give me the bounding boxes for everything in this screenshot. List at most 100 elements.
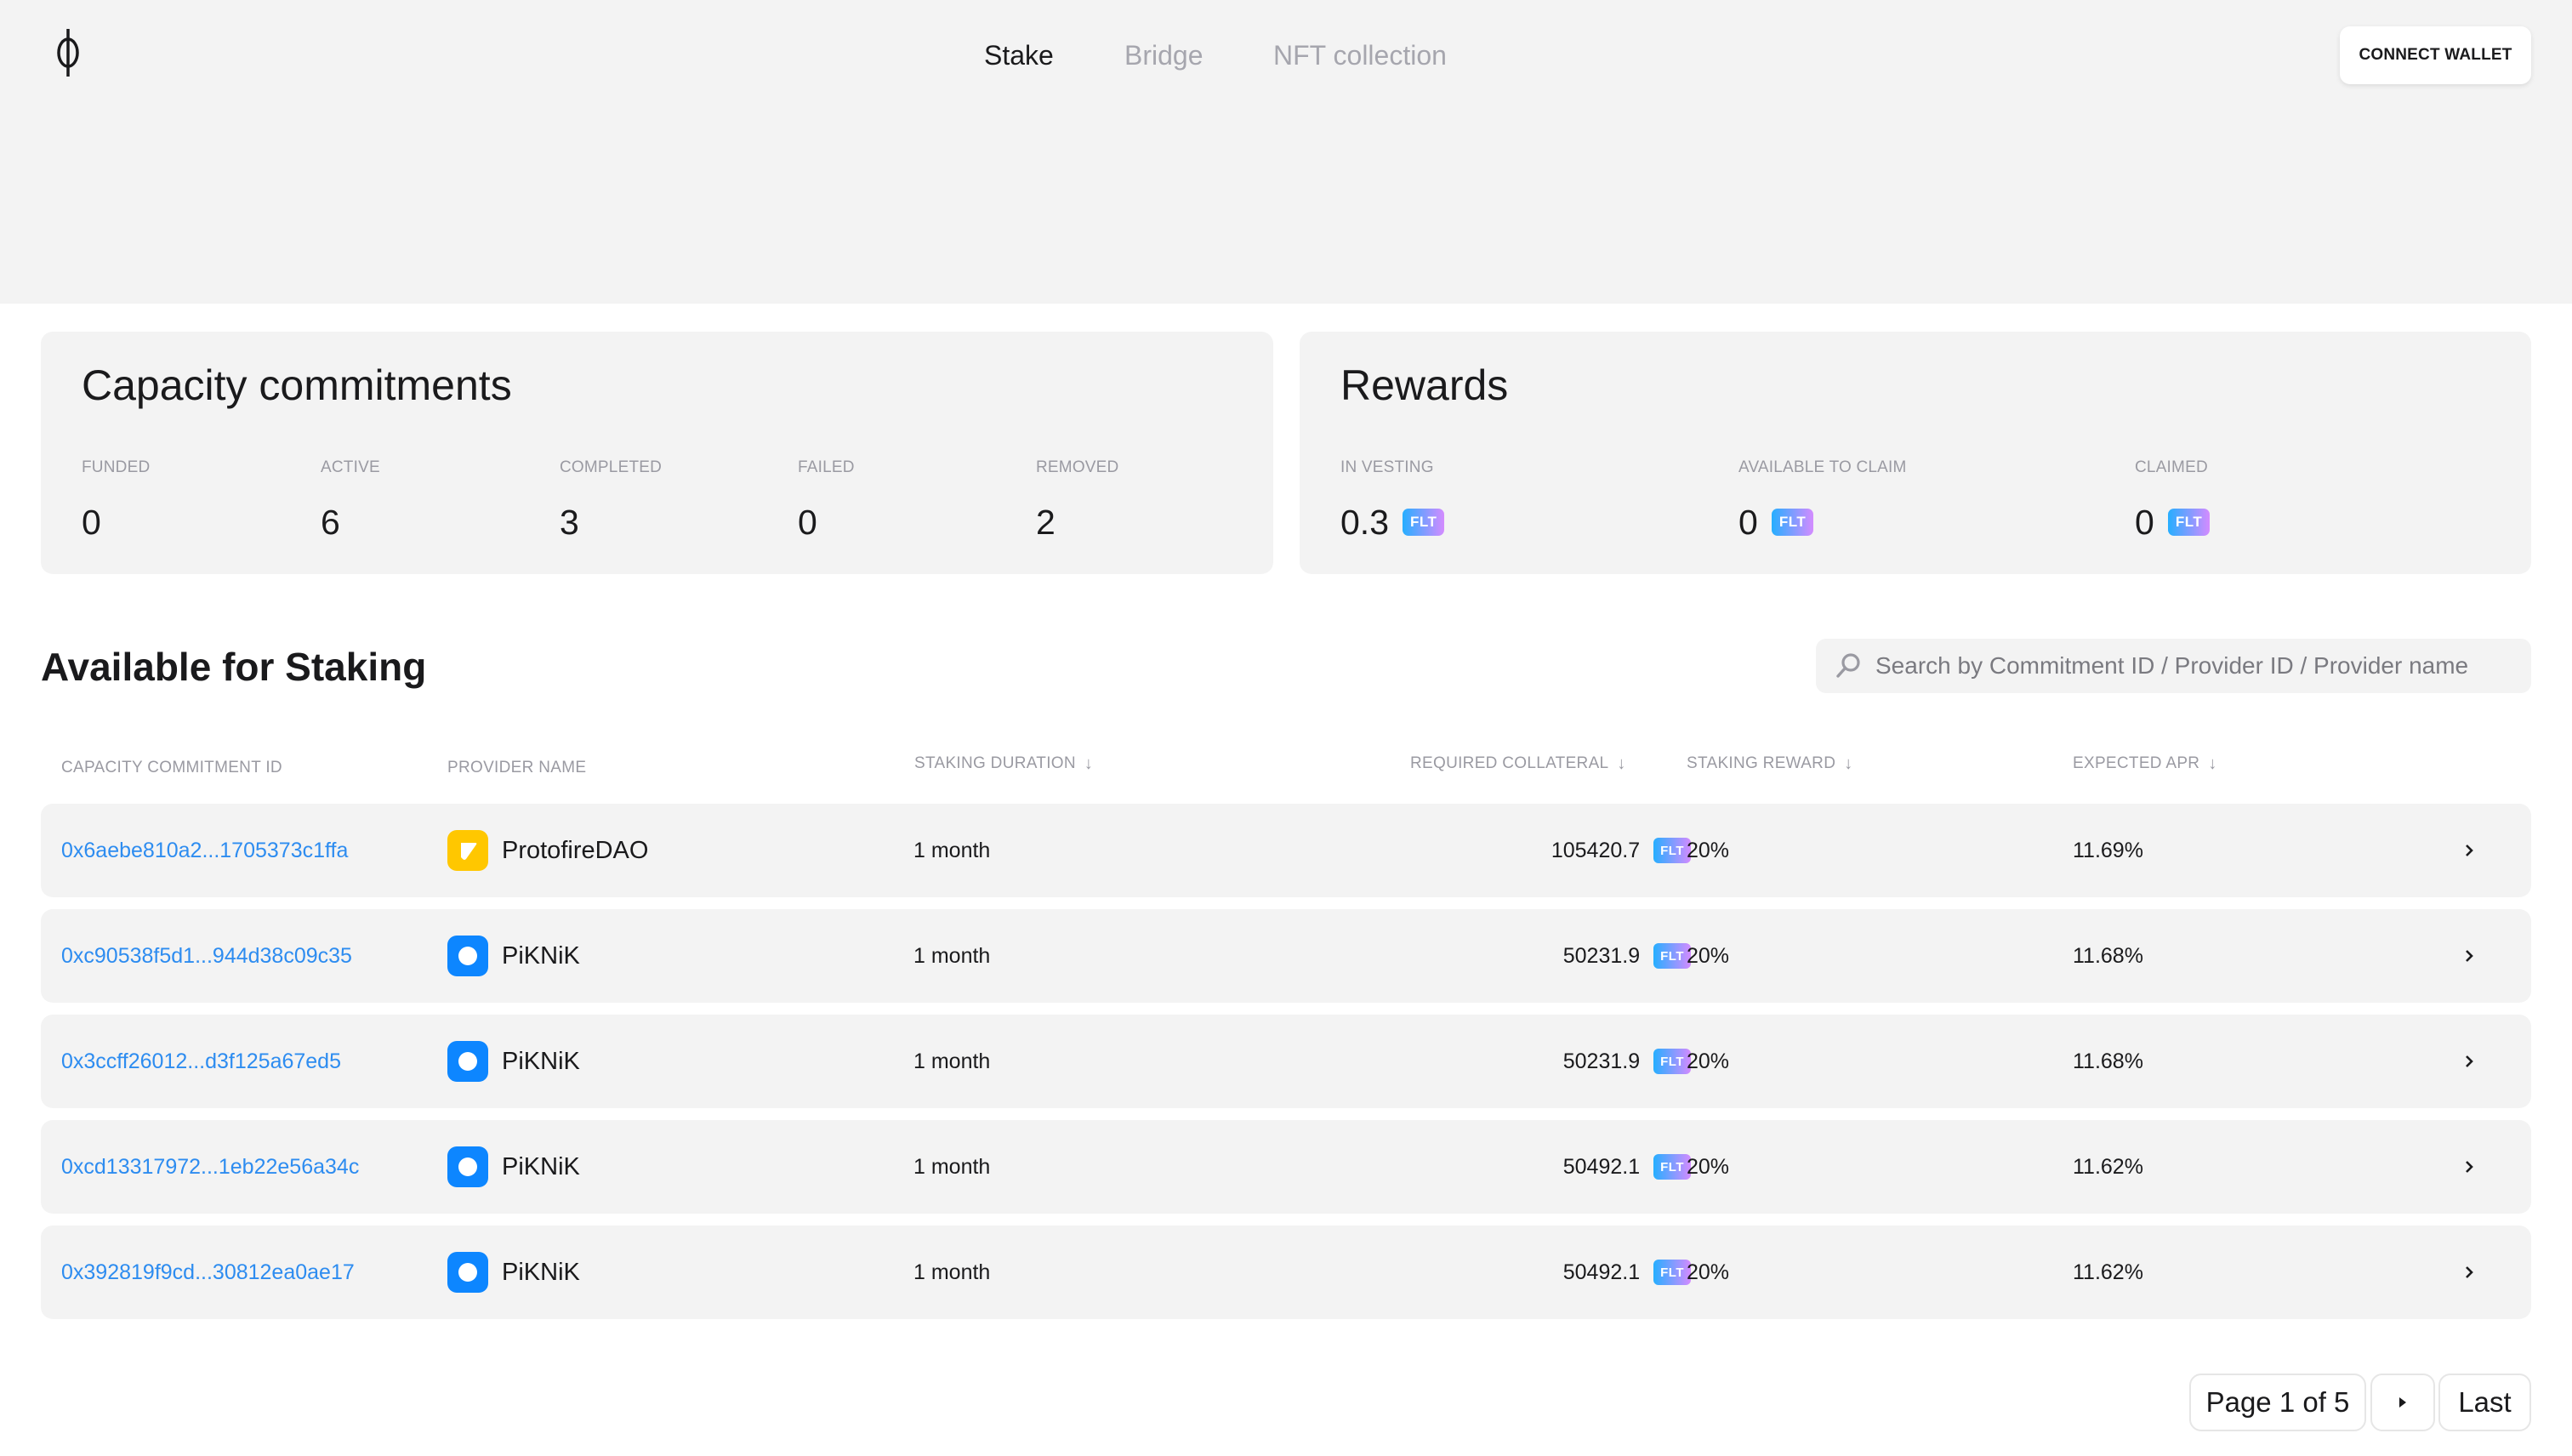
collateral-amount: 50231.9 [1562, 1049, 1641, 1073]
column-header-staking-reward[interactable]: STAKING REWARD ↓ [1687, 751, 1853, 776]
staking-reward: 20% [1687, 838, 1730, 862]
page-indicator-button[interactable]: Page 1 of 5 [2189, 1374, 2366, 1431]
stat-value: 0 [2135, 503, 2154, 542]
table-row[interactable]: 0xcd13317972...1eb22e56a34c PiKNiK 1 mon… [41, 1120, 2531, 1214]
sort-arrow-down-icon: ↓ [2208, 754, 2217, 773]
expected-apr: 11.69% [2073, 838, 2143, 862]
stat-completed: COMPLETED 3 [560, 458, 662, 546]
collateral-amount: 50231.9 [1562, 943, 1641, 968]
provider-name: PiKNiK [502, 1047, 580, 1075]
table-row[interactable]: 0x6aebe810a2...1705373c1ffa ProtofireDAO… [41, 804, 2531, 897]
column-header-staking-duration[interactable]: STAKING DURATION ↓ [914, 751, 1093, 776]
collateral-amount: 105420.7 [1551, 838, 1641, 862]
search-input[interactable] [1875, 652, 2531, 680]
required-collateral: 105420.7 FLT [1351, 804, 1691, 897]
stat-claimed: CLAIMED 0 FLT [2135, 458, 2211, 546]
staking-duration: 1 month [913, 1154, 991, 1179]
stat-value: 0 [1738, 503, 1758, 542]
staking-duration: 1 month [913, 838, 991, 862]
protofire-logo-icon [447, 830, 488, 871]
stat-label: COMPLETED [560, 458, 663, 476]
sort-arrow-down-icon: ↓ [1844, 754, 1853, 773]
stat-in-vesting: IN VESTING 0.3 FLT [1340, 458, 1445, 546]
flt-token-badge: FLT [2167, 509, 2211, 536]
rewards-title: Rewards [1340, 361, 1509, 409]
stat-label: ACTIVE [321, 458, 380, 476]
staking-reward: 20% [1687, 1049, 1730, 1073]
required-collateral: 50231.9 FLT [1351, 909, 1691, 1003]
piknik-logo-icon [447, 1252, 488, 1293]
table-row[interactable]: 0xc90538f5d1...944d38c09c35 PiKNiK 1 mon… [41, 909, 2531, 1003]
flt-token-badge: FLT [1653, 1049, 1691, 1074]
piknik-logo-icon [447, 1146, 488, 1187]
chevron-right-icon[interactable] [2456, 1120, 2482, 1214]
staking-duration: 1 month [913, 1049, 991, 1073]
stat-label: FUNDED [82, 458, 151, 476]
commitment-id-link[interactable]: 0xcd13317972...1eb22e56a34c [61, 1120, 359, 1214]
stat-value: 6 [321, 503, 340, 542]
chevron-right-icon[interactable] [2456, 1015, 2482, 1108]
nav-bridge[interactable]: Bridge [1124, 34, 1203, 77]
stat-label: FAILED [798, 458, 855, 476]
commitment-id-link[interactable]: 0x6aebe810a2...1705373c1ffa [61, 804, 348, 897]
collateral-amount: 50492.1 [1562, 1154, 1641, 1179]
nav-nft-collection[interactable]: NFT collection [1273, 34, 1447, 77]
table-row[interactable]: 0x392819f9cd...30812ea0ae17 PiKNiK 1 mon… [41, 1226, 2531, 1319]
provider-cell: PiKNiK [447, 1120, 580, 1214]
provider-name: PiKNiK [502, 1258, 580, 1286]
stat-value: 2 [1036, 503, 1056, 542]
provider-name: PiKNiK [502, 1152, 580, 1180]
triangle-right-icon [2399, 1397, 2406, 1408]
flt-token-badge: FLT [1771, 509, 1814, 536]
column-header-label: STAKING REWARD [1687, 754, 1836, 772]
search-box [1816, 639, 2531, 693]
required-collateral: 50231.9 FLT [1351, 1015, 1691, 1108]
staking-duration: 1 month [913, 1260, 991, 1284]
column-header-expected-apr[interactable]: EXPECTED APR ↓ [2073, 751, 2217, 776]
flt-token-badge: FLT [1653, 943, 1691, 969]
connect-wallet-button[interactable]: CONNECT WALLET [2340, 26, 2531, 84]
expected-apr: 11.68% [2073, 943, 2143, 968]
search-icon [1831, 649, 1865, 683]
capacity-commitments-title: Capacity commitments [82, 361, 512, 409]
nav-stake[interactable]: Stake [984, 34, 1054, 77]
commitment-id-link[interactable]: 0x392819f9cd...30812ea0ae17 [61, 1226, 355, 1319]
provider-cell: ProtofireDAO [447, 804, 648, 897]
flt-token-badge: FLT [1653, 838, 1691, 863]
rewards-card: Rewards IN VESTING 0.3 FLT AVAILABLE TO … [1300, 332, 2531, 574]
last-page-button[interactable]: Last [2438, 1374, 2531, 1431]
commitment-id-link[interactable]: 0xc90538f5d1...944d38c09c35 [61, 909, 352, 1003]
table-row[interactable]: 0x3ccff26012...d3f125a67ed5 PiKNiK 1 mon… [41, 1015, 2531, 1108]
chevron-right-icon[interactable] [2456, 1226, 2482, 1319]
flt-token-badge: FLT [1653, 1154, 1691, 1180]
provider-cell: PiKNiK [447, 1226, 580, 1319]
staking-reward: 20% [1687, 1154, 1730, 1179]
commitment-id-link[interactable]: 0x3ccff26012...d3f125a67ed5 [61, 1015, 341, 1108]
piknik-logo-icon [447, 1041, 488, 1082]
provider-cell: PiKNiK [447, 909, 580, 1003]
stat-failed: FAILED 0 [798, 458, 855, 546]
required-collateral: 50492.1 FLT [1351, 1120, 1691, 1214]
next-page-button[interactable] [2370, 1374, 2435, 1431]
chevron-right-icon[interactable] [2456, 909, 2482, 1003]
stat-value: 3 [560, 503, 579, 542]
column-header-required-collateral[interactable]: REQUIRED COLLATERAL ↓ [1410, 751, 1626, 776]
stat-active: ACTIVE 6 [321, 458, 380, 546]
column-header-label: REQUIRED COLLATERAL [1410, 754, 1609, 772]
available-for-staking-title: Available for Staking [41, 645, 427, 689]
staking-reward: 20% [1687, 1260, 1730, 1284]
column-header-label: PROVIDER NAME [447, 759, 587, 776]
chevron-right-icon[interactable] [2456, 804, 2482, 897]
stat-label: CLAIMED [2135, 458, 2208, 476]
stat-available-to-claim: AVAILABLE TO CLAIM 0 FLT [1738, 458, 1907, 546]
column-header-label: EXPECTED APR [2073, 754, 2200, 772]
column-header-commitment-id: CAPACITY COMMITMENT ID [61, 755, 282, 781]
column-header-label: STAKING DURATION [914, 754, 1076, 772]
main-nav: Stake Bridge NFT collection [0, 34, 2572, 77]
provider-name: PiKNiK [502, 941, 580, 970]
expected-apr: 11.62% [2073, 1260, 2143, 1284]
required-collateral: 50492.1 FLT [1351, 1226, 1691, 1319]
stat-value: 0 [798, 503, 817, 542]
stat-label: IN VESTING [1340, 458, 1434, 476]
sort-arrow-down-icon: ↓ [1617, 754, 1626, 773]
